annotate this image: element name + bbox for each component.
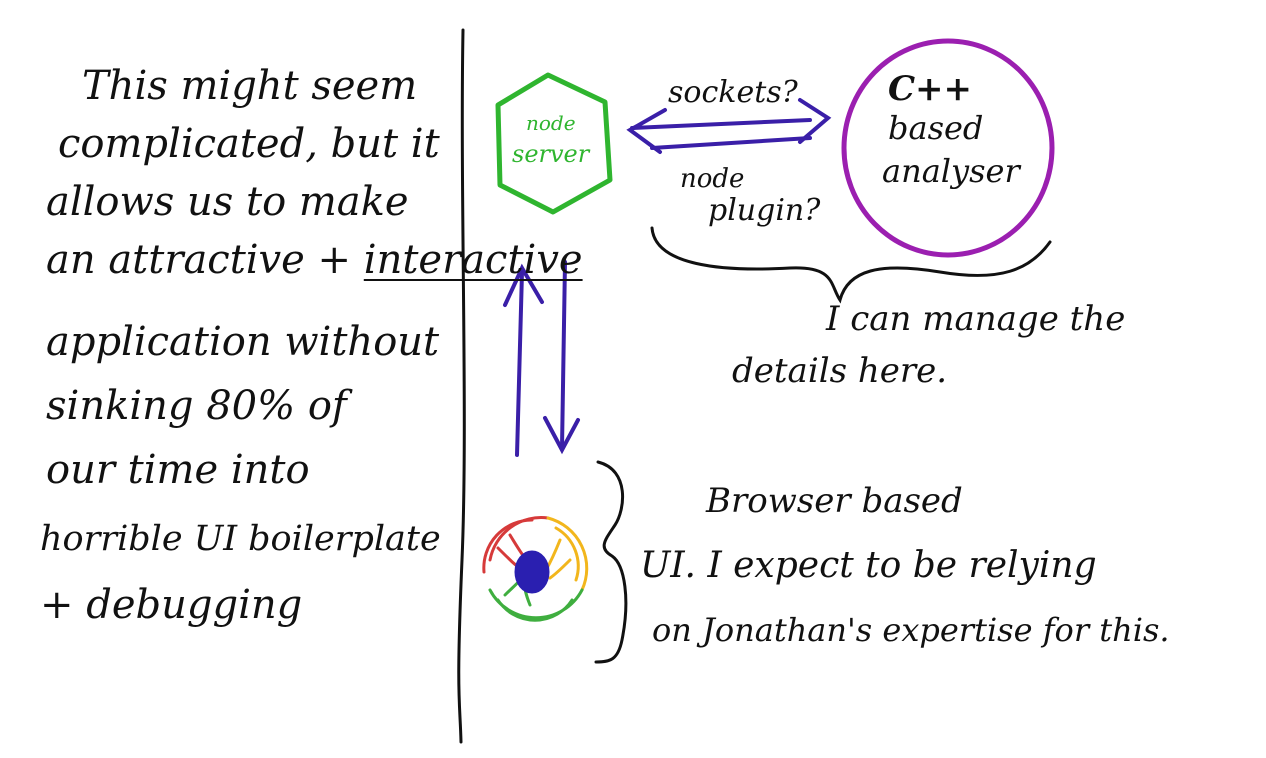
details-brace bbox=[650, 226, 1052, 304]
sockets-label: sockets? bbox=[668, 75, 798, 110]
vertical-divider bbox=[457, 28, 466, 744]
left-text-line-4: an attractive + interactive bbox=[46, 240, 583, 280]
interactive-underlined-word: interactive bbox=[363, 237, 583, 283]
node-plugin-label-line-1: node bbox=[680, 164, 745, 194]
analyser-label-line-1: C++ bbox=[888, 69, 973, 109]
node-server-label-line-2: server bbox=[512, 140, 590, 168]
left-text-line-8: horrible UI boilerplate bbox=[40, 519, 441, 559]
node-plugin-label-line-2: plugin? bbox=[708, 193, 821, 228]
browser-note-line-2: UI. I expect to be relying bbox=[640, 545, 1097, 586]
left-text-line-4-prefix: an attractive + bbox=[46, 237, 364, 283]
left-text-line-7: our time into bbox=[46, 447, 310, 493]
left-text-line-9: + debugging bbox=[40, 582, 303, 628]
left-text-line-6: sinking 80% of bbox=[46, 383, 347, 429]
vertical-arrows bbox=[503, 260, 580, 457]
left-text-line-5: application without bbox=[46, 319, 440, 365]
analyser-label-line-2: based bbox=[888, 109, 984, 147]
left-text-line-3: allows us to make bbox=[46, 179, 409, 225]
left-text-line-1: This might seem bbox=[82, 63, 418, 109]
browser-note-line-1: Browser based bbox=[706, 481, 963, 521]
left-text-line-2: complicated, but it bbox=[58, 121, 440, 167]
browser-wheel-icon bbox=[482, 516, 589, 622]
node-server-label-line-1: node bbox=[526, 111, 576, 135]
details-note-line-2: details here. bbox=[732, 351, 948, 391]
details-note-line-1: I can manage the bbox=[826, 299, 1126, 339]
browser-note-line-3: on Jonathan's expertise for this. bbox=[652, 611, 1170, 649]
analyser-label-line-3: analyser bbox=[882, 152, 1020, 190]
browser-brace bbox=[594, 460, 628, 664]
